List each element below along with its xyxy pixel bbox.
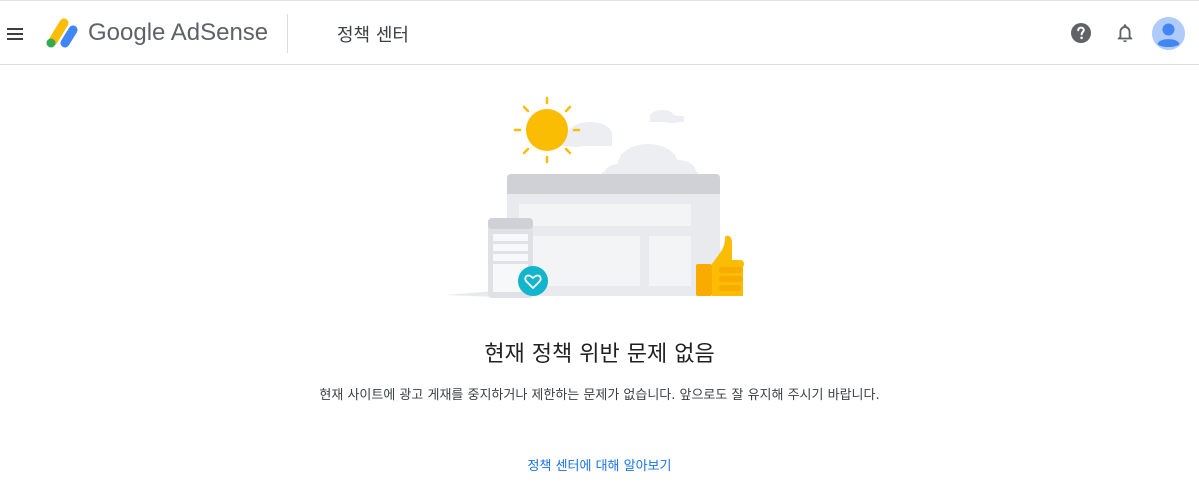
main-menu-button[interactable] [0, 19, 30, 49]
help-circle-icon [1071, 23, 1091, 43]
website-approved-illustration [440, 92, 760, 302]
notifications-button[interactable] [1111, 19, 1139, 47]
hamburger-menu-icon [7, 28, 23, 40]
adsense-logo[interactable]: Google AdSense [44, 15, 268, 51]
page-title: 정책 센터 [337, 25, 409, 46]
bell-icon [1117, 24, 1133, 43]
header-divider [287, 14, 288, 53]
learn-about-policy-center-link[interactable]: 정책 센터에 대해 알아보기 [0, 455, 1199, 474]
adsense-logo-icon [46, 18, 78, 48]
heart-badge-icon [518, 266, 548, 296]
status-title: 현재 정책 위반 문제 없음 [484, 342, 715, 367]
account-avatar[interactable] [1152, 17, 1185, 50]
logo-text: Google AdSense [88, 19, 269, 46]
cloud-icon [650, 110, 684, 123]
top-app-bar: Google AdSense 정책 센터 [0, 0, 1199, 65]
status-description: 현재 사이트에 광고 게재를 중지하거나 제한하는 문제가 없습니다. 앞으로도… [319, 388, 880, 403]
account-avatar-icon [1152, 17, 1185, 50]
help-button[interactable] [1067, 19, 1095, 47]
cloud-icon [560, 122, 612, 147]
